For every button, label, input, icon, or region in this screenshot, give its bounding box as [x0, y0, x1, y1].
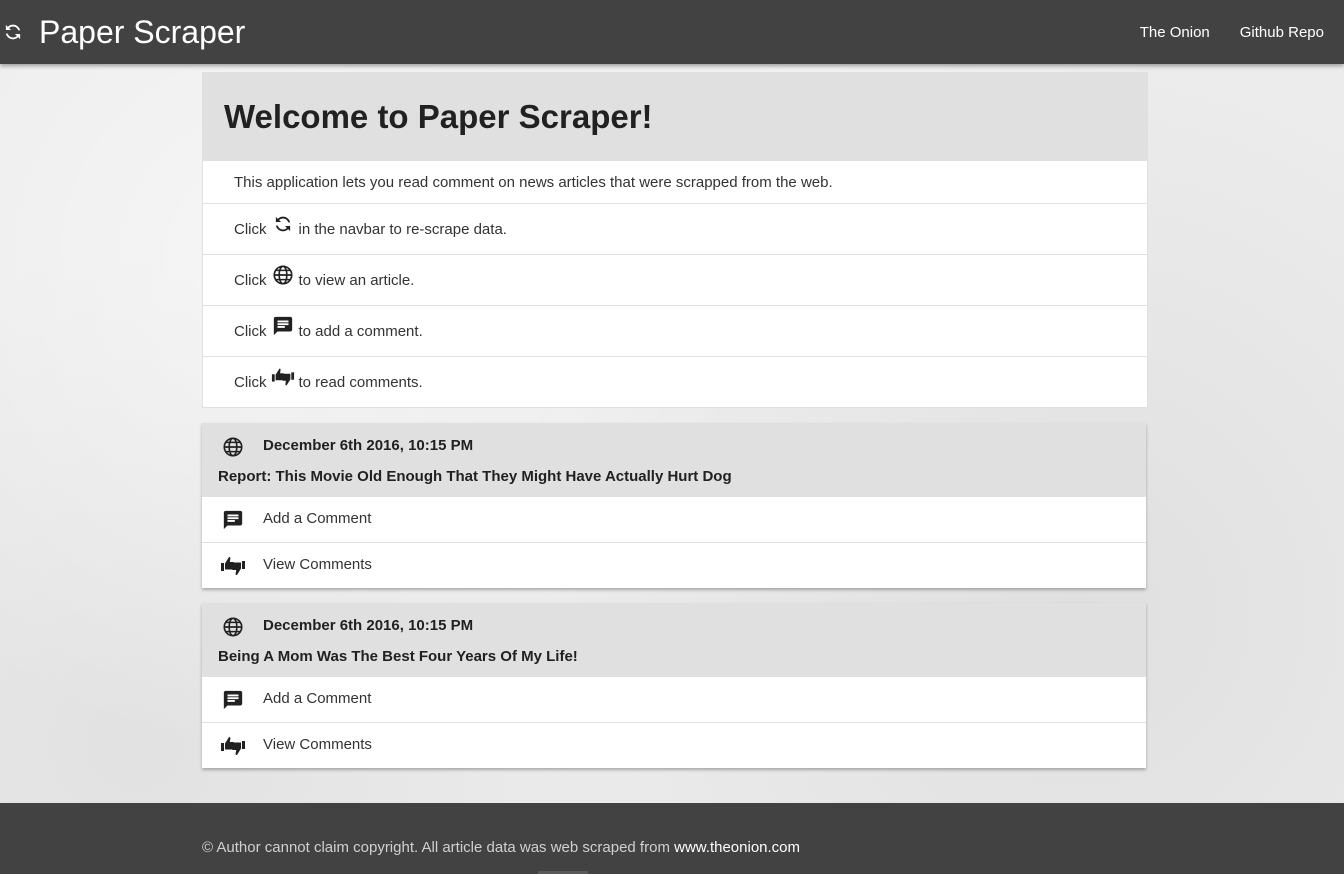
welcome-card: Welcome to Paper Scraper! This applicati…	[202, 72, 1148, 408]
welcome-title: Welcome to Paper Scraper!	[224, 98, 653, 135]
footer-text: © Author cannot claim copyright. All art…	[202, 839, 800, 856]
add-comment-label: Add a Comment	[263, 690, 372, 707]
nav-links: The Onion Github Repo	[1120, 0, 1334, 64]
add-comment-label: Add a Comment	[263, 510, 372, 527]
article-title: Report: This Movie Old Enough That They …	[218, 468, 732, 485]
view-comments-button[interactable]: View Comments	[202, 542, 1146, 588]
article-title: Being A Mom Was The Best Four Years Of M…	[218, 648, 578, 665]
comment-icon	[271, 314, 295, 338]
welcome-item-refresh: Click in the navbar to re-scrape data.	[203, 203, 1147, 254]
instruction-text: to add a comment.	[298, 322, 423, 340]
welcome-item-comment: Click to add a comment.	[203, 305, 1147, 356]
comment-icon	[220, 507, 246, 533]
globe-icon	[271, 263, 295, 287]
view-comments-label: View Comments	[263, 556, 372, 573]
click-label: Click	[234, 322, 267, 340]
brand-title[interactable]: Paper Scraper	[39, 12, 245, 52]
comment-icon	[220, 687, 246, 713]
view-comments-label: View Comments	[263, 736, 372, 753]
click-label: Click	[234, 271, 267, 289]
refresh-icon[interactable]	[2, 20, 24, 44]
instruction-text: to read comments.	[298, 373, 423, 391]
article-date: December 6th 2016, 10:15 PM	[263, 617, 474, 634]
article-card: December 6th 2016, 10:15 PM Being A Mom …	[202, 603, 1146, 768]
instruction-text: to view an article.	[298, 271, 415, 289]
thumbs-icon	[271, 365, 295, 389]
article-date: December 6th 2016, 10:15 PM	[263, 437, 474, 454]
welcome-header: Welcome to Paper Scraper!	[203, 73, 1147, 161]
nav-link-github-repo[interactable]: Github Repo	[1230, 24, 1334, 41]
article-header: December 6th 2016, 10:15 PM Report: This…	[202, 423, 1146, 496]
navbar: Paper Scraper The Onion Github Repo	[0, 0, 1344, 64]
copyright-text: © Author cannot claim copyright. All art…	[202, 839, 670, 856]
globe-icon[interactable]	[221, 435, 245, 459]
thumbs-icon	[220, 553, 246, 579]
globe-icon[interactable]	[221, 615, 245, 639]
footer: © Author cannot claim copyright. All art…	[0, 803, 1344, 874]
welcome-item-thumbs: Click to read comments.	[203, 356, 1147, 407]
view-comments-button[interactable]: View Comments	[202, 722, 1146, 768]
click-label: Click	[234, 220, 267, 238]
refresh-icon	[271, 212, 295, 236]
thumbs-icon	[220, 733, 246, 759]
intro-text: This application lets you read comment o…	[234, 173, 833, 191]
instruction-text: in the navbar to re-scrape data.	[298, 220, 507, 238]
article-header: December 6th 2016, 10:15 PM Being A Mom …	[202, 603, 1146, 676]
welcome-item-globe: Click to view an article.	[203, 254, 1147, 305]
add-comment-button[interactable]: Add a Comment	[202, 496, 1146, 542]
footer-link-theonion[interactable]: www.theonion.com	[674, 839, 800, 856]
add-comment-button[interactable]: Add a Comment	[202, 676, 1146, 722]
article-card: December 6th 2016, 10:15 PM Report: This…	[202, 423, 1146, 588]
welcome-intro: This application lets you read comment o…	[203, 161, 1147, 203]
click-label: Click	[234, 373, 267, 391]
nav-link-the-onion[interactable]: The Onion	[1130, 24, 1220, 41]
